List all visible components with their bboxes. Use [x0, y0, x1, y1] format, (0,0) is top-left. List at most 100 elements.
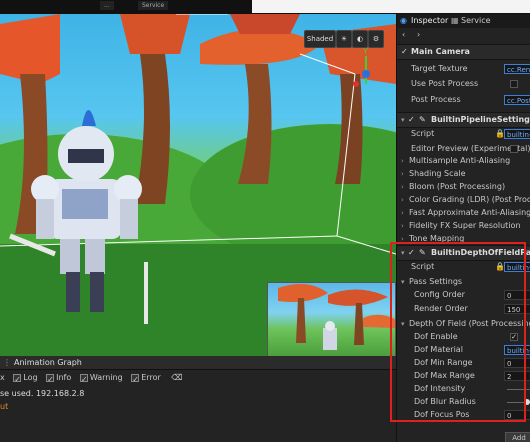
prop-dof-material: Dof Material builtin- — [397, 343, 530, 357]
component-icon: ✎ — [419, 248, 426, 257]
expand-icon[interactable]: › — [401, 193, 404, 207]
prop-post-process: Post Process cc.Post — [397, 93, 530, 107]
inspector-nav: ‹ › — [397, 28, 530, 42]
group-color-grading[interactable]: ›Color Grading (LDR) (Post Processing) — [397, 193, 530, 207]
node-name[interactable]: Main Camera — [411, 45, 470, 59]
collapse-icon[interactable]: ▾ — [401, 317, 405, 331]
component-enable-checkbox[interactable]: ✓ — [408, 113, 415, 127]
expand-icon[interactable]: › — [401, 206, 404, 220]
post-process-field[interactable]: cc.Post — [504, 95, 530, 105]
filter-error-checkbox[interactable]: ✓ — [131, 373, 140, 384]
prop-script: Script 🔒 builtin- — [397, 260, 530, 274]
dof-max-range-field[interactable]: 2 — [504, 371, 530, 381]
prop-label: Target Texture — [411, 64, 468, 73]
prop-config-order: Config Order 0 — [397, 288, 530, 302]
dof-enable-checkbox[interactable]: ✓ — [510, 333, 518, 341]
back-icon[interactable]: ‹ — [402, 28, 405, 42]
editor-tab-service[interactable]: Service — [138, 1, 169, 10]
panel-title-animation-graph[interactable]: Animation Graph — [14, 358, 82, 367]
target-texture-field[interactable]: cc.Ren — [504, 64, 530, 74]
group-bloom[interactable]: › Bloom (Post Processing) — [397, 180, 530, 194]
external-window-strip — [252, 0, 530, 13]
prop-dof-intensity: Dof Intensity — [397, 382, 530, 396]
prop-target-texture: Target Texture cc.Ren — [397, 62, 530, 76]
prop-label: Dof Enable — [414, 332, 458, 341]
clear-console-icon[interactable]: ⌫ — [171, 373, 182, 382]
menu-icon[interactable]: ⋮ — [3, 358, 11, 367]
group-pass-settings[interactable]: ▾ Pass Settings — [397, 275, 530, 289]
prop-dof-max-range: Dof Max Range 2 — [397, 369, 530, 383]
prop-dof-min-range: Dof Min Range 0 — [397, 356, 530, 370]
prop-label: Dof Focus Pos — [414, 410, 470, 419]
editor-tab-scene[interactable]: ... — [100, 1, 114, 10]
prop-label: Script — [411, 262, 435, 271]
expand-icon[interactable]: › — [401, 167, 404, 181]
prop-label: Script — [411, 129, 435, 138]
render-order-field[interactable]: 150 — [504, 304, 530, 314]
filter-warning[interactable]: ✓ Warning — [79, 373, 123, 384]
filter-log[interactable]: ✓ Log — [13, 373, 38, 384]
prop-label: Dof Material — [414, 345, 463, 354]
script-field[interactable]: builtin- — [504, 129, 530, 139]
prop-label: Dof Blur Radius — [414, 397, 476, 406]
script-field[interactable]: builtin- — [504, 262, 530, 272]
collapse-icon[interactable]: ▾ — [401, 113, 405, 127]
component-title: BuiltinDepthOfFieldPass — [431, 248, 530, 257]
console-header: ⋮ Animation Graph — [0, 356, 396, 370]
tab-inspector[interactable]: Inspector — [411, 14, 448, 28]
prop-use-post-process: Use Post Process — [397, 77, 530, 91]
collapse-icon[interactable]: ▾ — [401, 275, 405, 289]
forward-icon[interactable]: › — [417, 28, 420, 42]
expand-icon[interactable]: › — [401, 180, 404, 194]
axis-y-label: Y — [363, 47, 368, 56]
prop-label: Config Order — [414, 290, 465, 299]
filter-error[interactable]: ✓ Error — [131, 373, 161, 384]
shading-mode-dropdown[interactable]: Shaded — [304, 30, 336, 48]
component-icon: ✎ — [419, 115, 426, 124]
component-title: BuiltinPipelineSettings — [431, 115, 530, 124]
inspector-panel: ◉ Inspector ▦ Service ‹ › ✓ Main Camera … — [396, 14, 530, 442]
expand-icon[interactable]: › — [401, 232, 404, 246]
dof-min-range-field[interactable]: 0 — [504, 358, 530, 368]
node-header: ✓ Main Camera — [397, 44, 530, 60]
group-tone-mapping[interactable]: › Tone Mapping — [397, 232, 530, 246]
tab-service[interactable]: Service — [461, 14, 491, 28]
camera-preview — [267, 282, 396, 356]
component-header-dof-pass[interactable]: ▾ ✓ ✎ BuiltinDepthOfFieldPass — [397, 245, 530, 261]
editor-preview-checkbox[interactable] — [510, 145, 518, 153]
expand-icon[interactable]: › — [401, 219, 404, 233]
use-post-process-checkbox[interactable] — [510, 80, 518, 88]
settings-icon[interactable]: ⚙ — [368, 30, 384, 48]
group-shading-scale[interactable]: › Shading Scale — [397, 167, 530, 181]
collapse-icon[interactable]: ▾ — [401, 246, 405, 260]
prop-label: Post Process — [411, 95, 461, 104]
filter-log-checkbox[interactable]: ✓ — [13, 373, 22, 384]
light-toggle-icon[interactable]: ☀ — [336, 30, 352, 48]
dof-focus-pos-field[interactable]: 0 — [504, 410, 530, 420]
dof-material-field[interactable]: builtin- — [504, 345, 530, 355]
slider-handle[interactable] — [524, 399, 530, 405]
group-fxaa[interactable]: ›Fast Approximate Anti-Aliasing (Post Pr… — [397, 206, 530, 220]
group-fsr[interactable]: › Fidelity FX Super Resolution — [397, 219, 530, 233]
group-depth-of-field[interactable]: ▾ Depth Of Field (Post Processing) — [397, 317, 530, 331]
prop-label: Dof Min Range — [414, 358, 473, 367]
add-component-button[interactable]: Add — [505, 432, 530, 442]
prop-label: Dof Intensity — [414, 384, 466, 393]
prop-dof-blur-radius: Dof Blur Radius — [397, 395, 530, 409]
filter-info-checkbox[interactable]: ✓ — [46, 373, 55, 384]
scene-viewport[interactable]: Shaded ☀ ◐ ⚙ Y — [0, 14, 396, 356]
config-order-field[interactable]: 0 — [504, 290, 530, 300]
group-msaa[interactable]: › Multisample Anti-Aliasing — [397, 154, 530, 168]
filter-info[interactable]: ✓ Info — [46, 373, 71, 384]
expand-icon[interactable]: › — [401, 154, 404, 168]
filter-clear[interactable]: x — [0, 373, 5, 382]
prop-script: Script 🔒 builtin- — [397, 127, 530, 141]
component-enable-checkbox[interactable]: ✓ — [408, 246, 415, 260]
gizmo-toggle-icon[interactable]: ◐ — [352, 30, 368, 48]
dof-intensity-slider[interactable] — [507, 389, 530, 390]
log-line: se used. 192.168.2.8 — [0, 389, 85, 398]
node-active-checkbox[interactable]: ✓ — [401, 45, 408, 59]
component-header-pipeline-settings[interactable]: ▾ ✓ ✎ BuiltinPipelineSettings — [397, 112, 530, 128]
prop-label: Dof Max Range — [414, 371, 475, 380]
filter-warning-checkbox[interactable]: ✓ — [79, 373, 88, 384]
